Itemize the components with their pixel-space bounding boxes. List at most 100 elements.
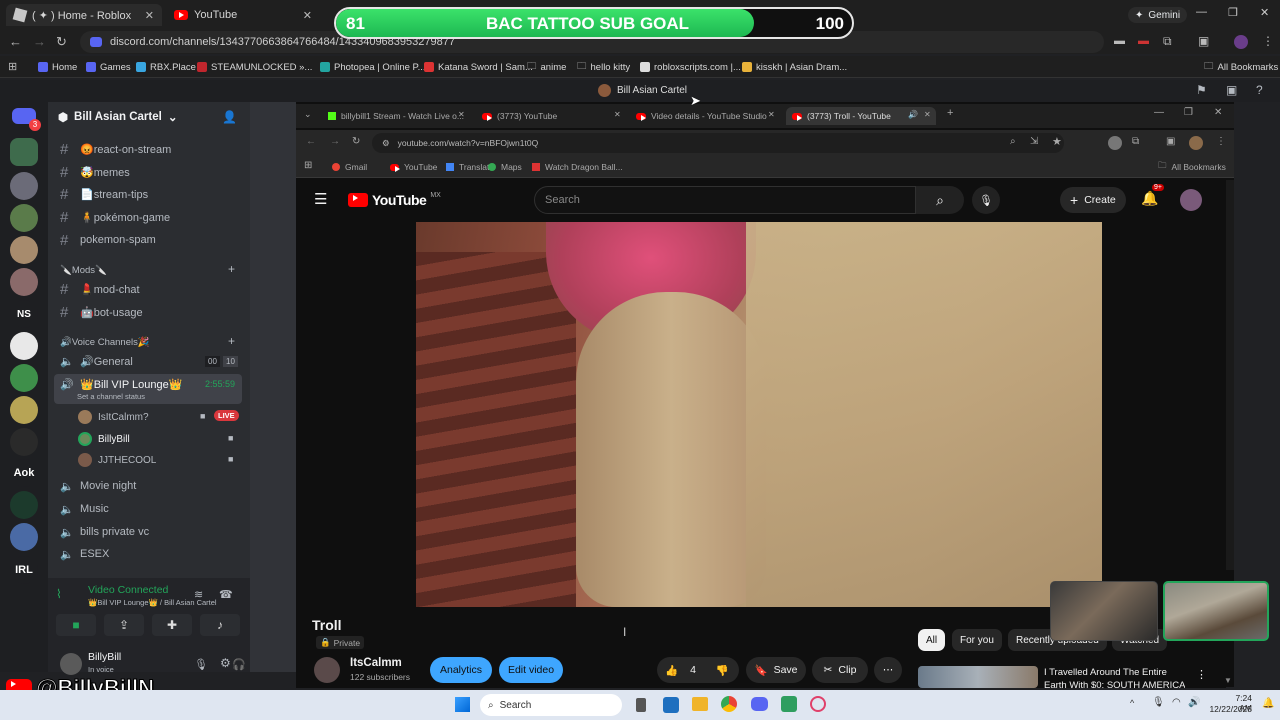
bookmark-item[interactable]: Gmail: [332, 158, 367, 176]
voice-channel[interactable]: 🔈 Music: [60, 499, 109, 519]
app-icon[interactable]: [810, 696, 826, 712]
voice-channel[interactable]: 🔈 ESEX: [60, 544, 109, 564]
sidepanel-icon[interactable]: ▣: [1198, 34, 1209, 48]
channel-item[interactable]: # 🧍pokémon-game: [60, 207, 170, 227]
bookmark-item[interactable]: robloxscripts.com |...: [640, 59, 741, 75]
wifi-icon[interactable]: ◠: [1172, 697, 1181, 708]
filter-chip[interactable]: For you: [952, 629, 1002, 651]
discord-icon[interactable]: [751, 697, 768, 711]
volume-icon[interactable]: 🔊: [1188, 697, 1200, 708]
outer-tab-youtube[interactable]: YouTube ✕: [166, 4, 320, 26]
notifications-icon[interactable]: 🔔: [1262, 698, 1274, 709]
server-icon[interactable]: [10, 236, 38, 264]
forward-icon[interactable]: →: [330, 136, 340, 147]
new-tab-icon[interactable]: +: [947, 107, 953, 119]
sidepanel-icon[interactable]: ▣: [1166, 136, 1175, 147]
app-icon[interactable]: [663, 697, 679, 713]
settings-gear-icon[interactable]: ⚙: [220, 656, 231, 670]
zoom-icon[interactable]: ⌕: [1010, 136, 1016, 147]
server-icon[interactable]: [10, 428, 38, 456]
voice-search-button[interactable]: 🎙: [972, 186, 1000, 214]
menu-icon[interactable]: ⋮: [1262, 34, 1274, 48]
more-vertical-icon[interactable]: ⋮: [1196, 668, 1207, 681]
outer-tab-roblox[interactable]: ( ✦ ) Home - Roblox ✕: [6, 4, 162, 26]
chrome-icon[interactable]: [721, 696, 737, 712]
bookmark-item[interactable]: Katana Sword | Sam...: [424, 59, 533, 75]
analytics-button[interactable]: Analytics: [430, 657, 492, 683]
server-icon[interactable]: [10, 396, 38, 424]
bookmark-star-icon[interactable]: ★: [1052, 135, 1062, 148]
search-button[interactable]: ⌕: [916, 186, 964, 214]
gemini-button[interactable]: ✦ Gemini: [1128, 7, 1188, 23]
close-window-icon[interactable]: ✕: [1214, 107, 1222, 118]
dislike-icon[interactable]: 👎: [716, 664, 729, 677]
mic-icon[interactable]: 🎙: [194, 658, 208, 671]
app-icon[interactable]: [781, 696, 797, 712]
extension-icon[interactable]: ▬: [1114, 35, 1125, 47]
server-header[interactable]: ⬢ Bill Asian Cartel ⌄: [58, 110, 177, 124]
create-button[interactable]: + Create: [1060, 187, 1126, 213]
activities-button[interactable]: ✚: [152, 614, 192, 636]
inner-address-bar[interactable]: ⚙ youtube.com/watch?v=nBFOjwn1t0Q: [372, 133, 1064, 153]
voice-channel-vip[interactable]: 🔊 👑Bill VIP Lounge👑: [60, 374, 182, 394]
soundboard-button[interactable]: ♪: [200, 614, 240, 636]
voice-channel-general[interactable]: 🔈 🔊General: [60, 351, 133, 371]
minimize-icon[interactable]: —: [1196, 6, 1207, 18]
channel-item[interactable]: # 📄stream-tips: [60, 184, 148, 204]
close-icon[interactable]: ✕: [458, 110, 465, 119]
scroll-down-icon[interactable]: ▼: [1224, 676, 1232, 685]
close-icon[interactable]: ✕: [614, 110, 621, 119]
reload-icon[interactable]: ↻: [352, 136, 360, 147]
clock-date[interactable]: 12/22/2025: [1206, 704, 1252, 714]
apps-grid-icon[interactable]: ⊞: [304, 160, 312, 171]
scrollbar[interactable]: [1226, 180, 1234, 570]
voice-user[interactable]: JJTHECOOL: [78, 451, 156, 469]
restore-icon[interactable]: ❐: [1184, 107, 1193, 118]
inner-tab[interactable]: (3773) YouTube: [482, 107, 557, 125]
speaker-icon[interactable]: 🔊: [908, 110, 918, 119]
voice-user[interactable]: IsItCalmm?: [78, 408, 149, 426]
clip-button[interactable]: ✂ Clip: [812, 657, 868, 683]
server-icon[interactable]: [10, 491, 38, 519]
participant-video-tile-speaking[interactable]: [1163, 581, 1269, 641]
bookmark-item[interactable]: 🗀 anime: [527, 59, 566, 75]
voice-user[interactable]: BillyBill: [78, 430, 130, 448]
bookmark-item[interactable]: Photopea | Online P...: [320, 59, 426, 75]
disconnect-icon[interactable]: ☎: [219, 588, 233, 601]
taskbar-search[interactable]: ⌕ Search: [480, 694, 622, 716]
category-voice[interactable]: 🔊Voice Channels🎉: [60, 332, 150, 352]
channel-item[interactable]: # 🤖bot-usage: [60, 302, 143, 322]
channel-name[interactable]: ItsCalmm: [350, 657, 402, 669]
bookmark-item[interactable]: RBX.Place: [136, 59, 196, 75]
profile-avatar[interactable]: [1234, 35, 1248, 49]
bookmark-item[interactable]: Games: [86, 59, 131, 75]
server-icon[interactable]: NS: [10, 300, 38, 328]
like-dislike-group[interactable]: 👍 4 👎: [657, 657, 739, 683]
extension-avatar[interactable]: [1108, 136, 1122, 150]
task-view-icon[interactable]: [636, 698, 646, 712]
microphone-icon[interactable]: 🎙: [1152, 697, 1165, 708]
windows-start-icon[interactable]: [455, 697, 470, 712]
save-button[interactable]: 🔖 Save: [746, 657, 806, 683]
all-bookmarks[interactable]: 🗀 All Bookmarks: [1158, 158, 1226, 176]
help-icon[interactable]: ?: [1256, 83, 1263, 97]
hamburger-menu-icon[interactable]: ☰: [314, 190, 327, 208]
edit-video-button[interactable]: Edit video: [499, 657, 563, 683]
menu-icon[interactable]: ⋮: [1216, 136, 1226, 147]
bookmark-item[interactable]: YouTube: [390, 158, 437, 176]
close-window-icon[interactable]: ✕: [1260, 6, 1269, 19]
screen-icon[interactable]: ▣: [1226, 83, 1237, 97]
inbox-icon[interactable]: ⚑: [1196, 83, 1207, 97]
recommended-thumbnail[interactable]: [918, 666, 1038, 688]
bookmark-item[interactable]: Watch Dragon Ball...: [532, 158, 623, 176]
close-icon[interactable]: ✕: [303, 9, 312, 22]
more-actions-button[interactable]: ⋯: [874, 657, 902, 683]
search-input[interactable]: Search: [534, 186, 916, 214]
forward-icon[interactable]: →: [33, 34, 46, 49]
tab-search-icon[interactable]: ⌄: [304, 109, 312, 120]
recommended-title-line2[interactable]: Earth With $0: SOUTH AMERICA: [1044, 680, 1185, 688]
add-channel-icon[interactable]: +: [228, 334, 235, 348]
server-icon[interactable]: IRL: [10, 556, 38, 584]
bookmark-item[interactable]: Home: [38, 59, 77, 75]
server-icon[interactable]: [10, 364, 38, 392]
